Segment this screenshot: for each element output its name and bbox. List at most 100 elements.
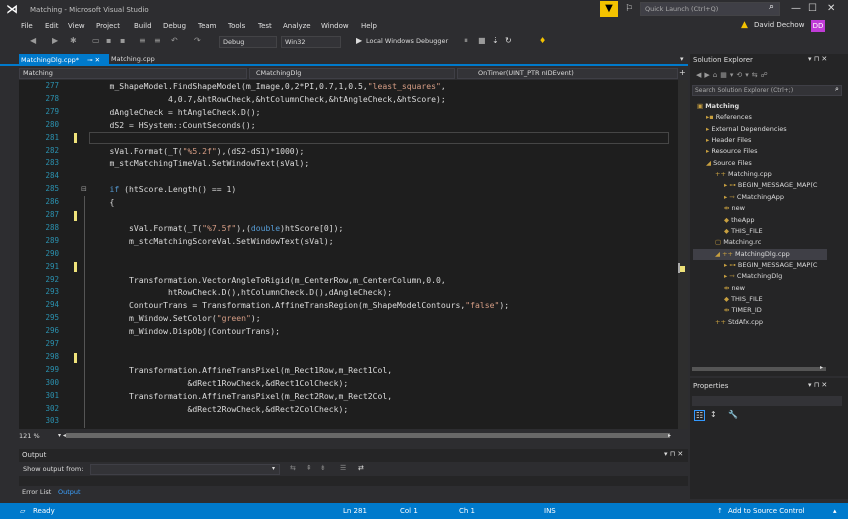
- tree-item-member-node[interactable]: ◆ THIS_FILE: [724, 226, 763, 237]
- code-line[interactable]: sVal.Format(_T("%7.5f"),(double)htScore[…: [90, 222, 343, 235]
- categorized-icon[interactable]: ☷: [694, 410, 706, 421]
- menu-window[interactable]: Window: [321, 22, 349, 30]
- tab-matchingdlg-cpp[interactable]: MatchingDlg.cpp* ⊸ ✕: [19, 54, 109, 66]
- stop-icon[interactable]: ■: [478, 36, 486, 45]
- maximize-icon[interactable]: ☐: [808, 3, 817, 14]
- project-dropdown[interactable]: Matching: [19, 68, 247, 79]
- menu-test[interactable]: Test: [258, 22, 272, 30]
- feedback-icon[interactable]: ⚐: [625, 4, 633, 14]
- run-icon[interactable]: ▶: [356, 36, 362, 45]
- menu-build[interactable]: Build: [134, 22, 152, 30]
- menu-edit[interactable]: Edit: [45, 22, 59, 30]
- word-wrap-icon[interactable]: ⇄: [358, 464, 364, 472]
- member-dropdown[interactable]: OnTimer(UINT_PTR nIDEvent): [457, 68, 678, 79]
- code-line[interactable]: &dRect2RowCheck,&dRect2ColCheck);: [90, 403, 348, 416]
- tree-item-file-matching-cpp[interactable]: ++ Matching.cpp: [715, 169, 772, 180]
- user-name[interactable]: David Dechow: [754, 21, 804, 29]
- vertical-scrollbar[interactable]: [678, 80, 688, 429]
- tree-item-member-node[interactable]: ▸ ⊶ BEGIN_MESSAGE_MAP(C: [724, 260, 817, 271]
- menu-file[interactable]: File: [21, 22, 33, 30]
- tree-item-member-node[interactable]: ⇹ new: [724, 203, 745, 214]
- code-line[interactable]: {: [90, 196, 114, 209]
- pane-controls-icon[interactable]: ▾ ⊓ ✕: [664, 450, 683, 458]
- pin-icon[interactable]: ⊸: [87, 56, 92, 64]
- menu-debug[interactable]: Debug: [163, 22, 186, 30]
- code-line[interactable]: 4,0.7,&htRowCheck,&htColumnCheck,&htAngl…: [90, 93, 446, 106]
- back-icon[interactable]: ◀: [30, 36, 36, 45]
- search-icon[interactable]: ⌕: [769, 2, 774, 12]
- code-line[interactable]: if (htScore.Length() == 1): [90, 183, 237, 196]
- open-icon[interactable]: ▭: [92, 36, 100, 45]
- code-line[interactable]: m_stcMatchingScoreVal.SetWindowText(sVal…: [90, 235, 334, 248]
- feedback-flag-icon[interactable]: ▼: [600, 1, 618, 17]
- tree-item-class-node[interactable]: ▸ ⇾ CMatchingApp: [724, 192, 784, 203]
- comment-icon[interactable]: ≡: [139, 36, 146, 45]
- code-line[interactable]: &dRect1RowCheck,&dRect1ColCheck);: [90, 377, 348, 390]
- code-line[interactable]: Transformation.VectorAngleToRigid(m_Cent…: [90, 274, 446, 287]
- close-icon[interactable]: ✕: [827, 3, 835, 14]
- step-icon[interactable]: ⇣: [492, 36, 499, 45]
- menu-tools[interactable]: Tools: [228, 22, 245, 30]
- tree-item-class-node[interactable]: ▸ ⇾ CMatchingDlg: [724, 271, 782, 282]
- configuration-select[interactable]: Debug: [219, 36, 277, 48]
- find-message-icon[interactable]: ⇆: [290, 464, 296, 472]
- menu-team[interactable]: Team: [198, 22, 217, 30]
- code-line[interactable]: ContourTrans = Transformation.AffineTran…: [90, 299, 509, 312]
- next-message-icon[interactable]: ⇟: [320, 464, 326, 472]
- source-control-dropdown-icon[interactable]: ▴: [833, 507, 837, 515]
- tab-matching-cpp[interactable]: Matching.cpp: [111, 55, 155, 63]
- tree-item-member-node[interactable]: ⇹ new: [724, 283, 745, 294]
- tree-item-source-files-folder[interactable]: ◢ Source Files: [706, 158, 752, 169]
- se-horizontal-scroll[interactable]: [692, 367, 826, 371]
- pane-controls-icon[interactable]: ▾ ⊓ ✕: [808, 55, 827, 63]
- start-debugging-button[interactable]: Local Windows Debugger: [366, 37, 448, 45]
- undo-icon[interactable]: ↶: [171, 36, 178, 45]
- code-line[interactable]: htRowCheck.D(),htColumnCheck.D(),dAngleC…: [90, 286, 392, 299]
- add-to-source-control-button[interactable]: Add to Source Control: [728, 507, 805, 515]
- avatar[interactable]: DD: [811, 20, 825, 32]
- tree-item-file-matchingdlg-cpp[interactable]: ◢ ++ MatchingDlg.cpp: [693, 248, 827, 260]
- code-line[interactable]: Transformation.AffineTransPixel(m_Rect2R…: [90, 390, 392, 403]
- tree-item-solution-node[interactable]: ▣ Matching: [697, 101, 739, 112]
- class-dropdown[interactable]: CMatchingDlg: [249, 68, 455, 79]
- forward-icon[interactable]: ▶: [52, 36, 58, 45]
- menu-analyze[interactable]: Analyze: [283, 22, 311, 30]
- save-all-icon[interactable]: ▪: [120, 36, 125, 45]
- menu-help[interactable]: Help: [361, 22, 377, 30]
- tab-error-list[interactable]: Error List: [22, 488, 51, 496]
- scroll-right-icon[interactable]: ▸: [820, 364, 823, 371]
- prev-message-icon[interactable]: ⇞: [306, 464, 312, 472]
- scroll-right-icon[interactable]: ▸: [668, 432, 671, 439]
- new-project-icon[interactable]: ✱: [70, 36, 77, 45]
- search-icon[interactable]: ⌕: [835, 85, 839, 94]
- zoom-level[interactable]: 121 %: [19, 432, 40, 440]
- tree-item-member-node[interactable]: ⇹ TIMER_ID: [724, 305, 762, 316]
- tree-item-external-dependencies-folder[interactable]: ▸ External Dependencies: [706, 124, 787, 135]
- uncomment-icon[interactable]: ≡: [154, 36, 161, 45]
- code-line[interactable]: m_ShapeModel.FindShapeModel(m_Image,0,2*…: [90, 80, 445, 93]
- close-tab-icon[interactable]: ✕: [95, 56, 100, 64]
- pane-controls-icon[interactable]: ▾ ⊓ ✕: [808, 381, 827, 389]
- code-line[interactable]: Transformation.AffineTransPixel(m_Rect1R…: [90, 364, 392, 377]
- tab-output[interactable]: Output: [58, 488, 81, 496]
- bookmark-icon[interactable]: ♦: [539, 36, 546, 45]
- alphabetical-icon[interactable]: ↕: [710, 410, 717, 419]
- tree-item-member-node[interactable]: ▸ ⊶ BEGIN_MESSAGE_MAP(C: [724, 180, 817, 191]
- solution-search-input[interactable]: Search Solution Explorer (Ctrl+;): [692, 85, 842, 96]
- menu-project[interactable]: Project: [96, 22, 120, 30]
- clear-all-icon[interactable]: ☰: [340, 464, 346, 472]
- split-icon[interactable]: +: [679, 68, 686, 77]
- save-icon[interactable]: ▪: [106, 36, 111, 45]
- output-source-select[interactable]: [90, 464, 280, 475]
- property-pages-icon[interactable]: 🔧: [728, 410, 738, 419]
- tree-item-file-stdafx-cpp[interactable]: ++ StdAfx.cpp: [715, 317, 763, 328]
- se-toolbar-icons[interactable]: ◀▶⌂▦▾⟲▾⇆☍: [696, 71, 771, 79]
- tree-item-header-files-folder[interactable]: ▸ Header Files: [706, 135, 751, 146]
- code-line[interactable]: m_stcMatchingTimeVal.SetWindowText(sVal)…: [90, 157, 309, 170]
- collapse-icon[interactable]: ⊟: [81, 185, 87, 193]
- tree-item-file-matching-rc[interactable]: ▢ Matching.rc: [715, 237, 761, 248]
- code-line[interactable]: dS2 = HSystem::CountSeconds();: [90, 119, 255, 132]
- restart-icon[interactable]: ↻: [505, 36, 512, 45]
- platform-select[interactable]: Win32: [281, 36, 341, 48]
- scroll-thumb[interactable]: [678, 263, 680, 273]
